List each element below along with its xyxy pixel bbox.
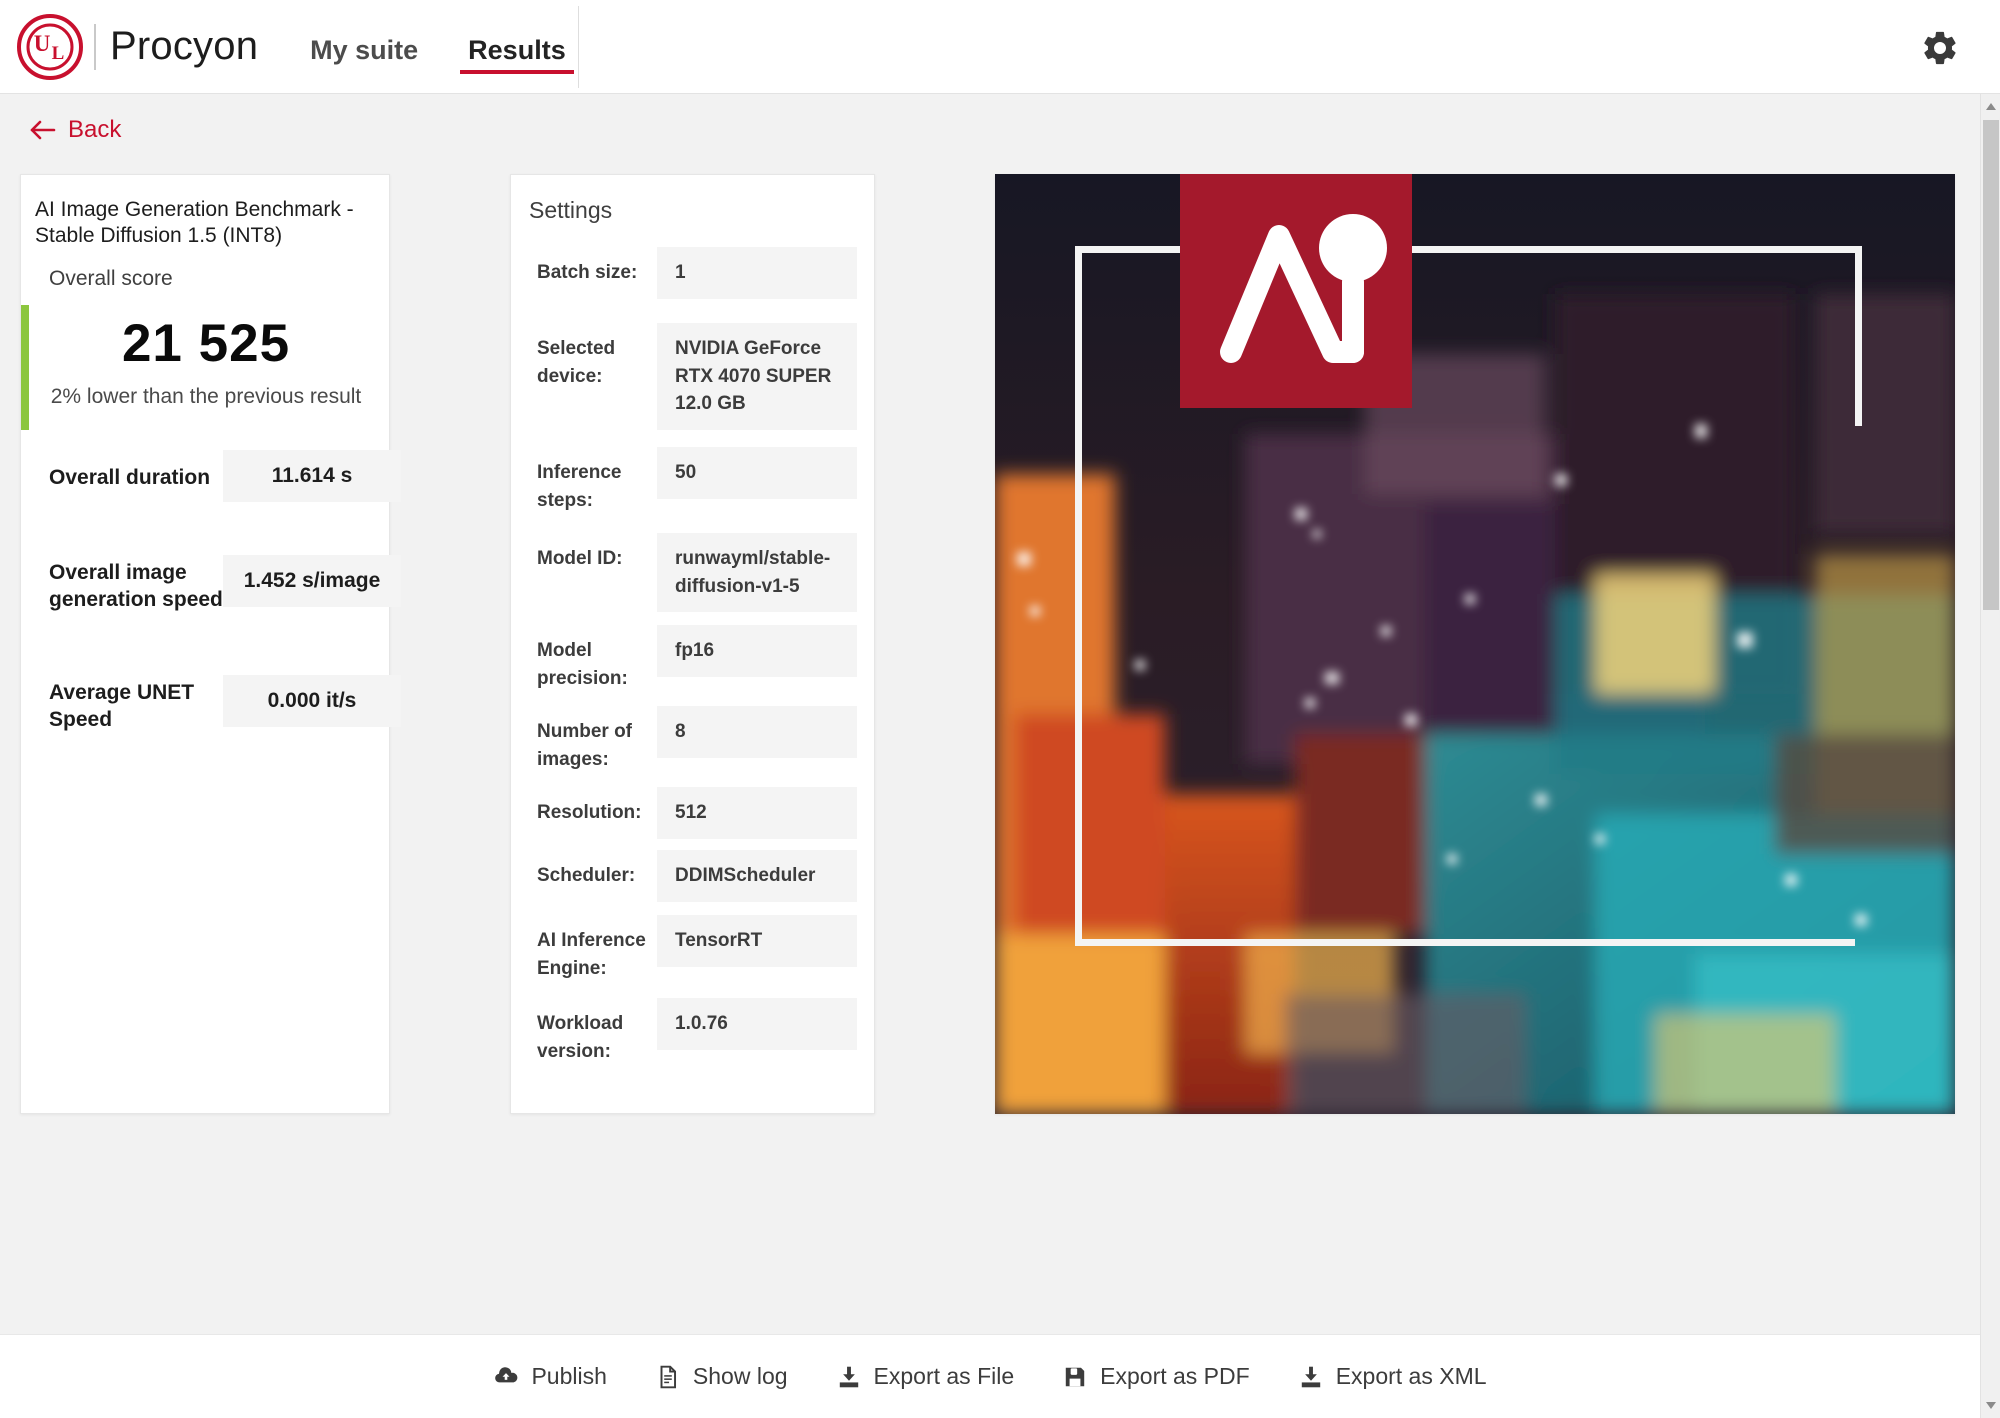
setting-label: Workload version: (537, 1013, 624, 1062)
top-navigation-bar: U L Procyon My suite Results (0, 0, 2000, 94)
setting-label: AI Inference Engine: (537, 930, 646, 979)
setting-value: 1 (657, 247, 857, 299)
publish-label: Publish (531, 1363, 607, 1389)
settings-title: Settings (529, 197, 613, 223)
setting-label: Scheduler: (537, 865, 636, 886)
setting-value: NVIDIA GeForce RTX 4070 SUPER 12.0 GB (657, 323, 857, 430)
setting-label: Model precision: (537, 640, 628, 689)
download-icon (1301, 1366, 1320, 1387)
svg-text:U: U (34, 31, 51, 56)
nav-separator (578, 6, 579, 88)
generated-image-panel (995, 174, 1955, 1114)
arrow-left-icon (30, 120, 56, 140)
page-body: Back AI Image Generation Benchmark - Sta… (0, 94, 1980, 1418)
back-label: Back (68, 116, 122, 143)
metric-value: 1.452 s/image (223, 555, 401, 607)
setting-value: 1.0.76 (657, 998, 857, 1050)
footer-toolbar: Publish Show log Export as File Export a… (0, 1334, 1980, 1418)
metric-value: 0.000 it/s (223, 675, 401, 727)
setting-value: 512 (657, 787, 857, 839)
overall-score-value: 21 525 (121, 314, 291, 373)
svg-text:L: L (52, 43, 65, 64)
tab-my-suite[interactable]: My suite (302, 36, 426, 94)
ai-logo-badge (1180, 174, 1412, 408)
export-as-pdf-label: Export as PDF (1100, 1363, 1250, 1389)
setting-label: Resolution: (537, 802, 642, 823)
setting-value: TensorRT (657, 915, 857, 967)
overall-score-block: 21 525 2% lower than the previous result (21, 305, 391, 430)
metric-label: Overall image generation speed (49, 561, 223, 612)
vertical-scrollbar[interactable] (1980, 94, 2000, 1418)
score-panel: AI Image Generation Benchmark - Stable D… (20, 174, 401, 1114)
export-as-file-label: Export as File (873, 1363, 1015, 1389)
setting-value: DDIMScheduler (657, 850, 857, 902)
export-as-xml-label: Export as XML (1335, 1363, 1487, 1389)
score-comparison-text: 2% lower than the previous result (50, 385, 362, 408)
brand-divider (94, 23, 96, 70)
metric-value: 11.614 s (223, 450, 401, 502)
tab-results[interactable]: Results (460, 36, 574, 94)
export-as-pdf-button[interactable]: Export as PDF (1062, 1363, 1250, 1390)
setting-label: Model ID: (537, 548, 623, 569)
metric-label: Overall duration (49, 466, 211, 489)
metric-label: Average UNET Speed (49, 681, 195, 732)
cloud-upload-icon (495, 1366, 518, 1382)
settings-panel: Settings Batch size: 1 Selected device: … (510, 174, 875, 1114)
export-as-xml-button[interactable]: Export as XML (1298, 1363, 1487, 1390)
setting-label: Selected device: (537, 338, 616, 387)
overall-score-label: Overall score (49, 267, 173, 290)
scroll-content: Back AI Image Generation Benchmark - Sta… (0, 94, 1960, 1360)
setting-label: Number of images: (537, 721, 632, 770)
benchmark-title: AI Image Generation Benchmark - Stable D… (35, 198, 354, 248)
gear-icon[interactable] (1920, 28, 1960, 68)
nav-tabs: My suite Results (302, 0, 608, 94)
ul-logo-icon: U L (17, 13, 83, 80)
back-button[interactable]: Back (30, 116, 121, 144)
scroll-up-arrow-icon[interactable] (1984, 100, 1998, 114)
export-as-file-button[interactable]: Export as File (836, 1363, 1015, 1390)
scroll-down-arrow-icon[interactable] (1984, 1398, 1998, 1412)
ai-logo-icon (1220, 213, 1387, 363)
scrollbar-thumb[interactable] (1983, 120, 1999, 610)
brand-name: Procyon (110, 24, 259, 68)
publish-button[interactable]: Publish (493, 1363, 607, 1390)
document-icon (660, 1365, 676, 1388)
download-icon (839, 1366, 858, 1387)
setting-value: runwayml/stable-diffusion-v1-5 (657, 533, 857, 613)
setting-label: Batch size: (537, 262, 638, 283)
setting-value: fp16 (657, 625, 857, 677)
show-log-button[interactable]: Show log (655, 1363, 788, 1390)
setting-value: 50 (657, 447, 857, 499)
show-log-label: Show log (692, 1363, 788, 1389)
save-disk-icon (1065, 1367, 1085, 1386)
setting-value: 8 (657, 706, 857, 758)
setting-label: Inference steps: (537, 462, 622, 511)
